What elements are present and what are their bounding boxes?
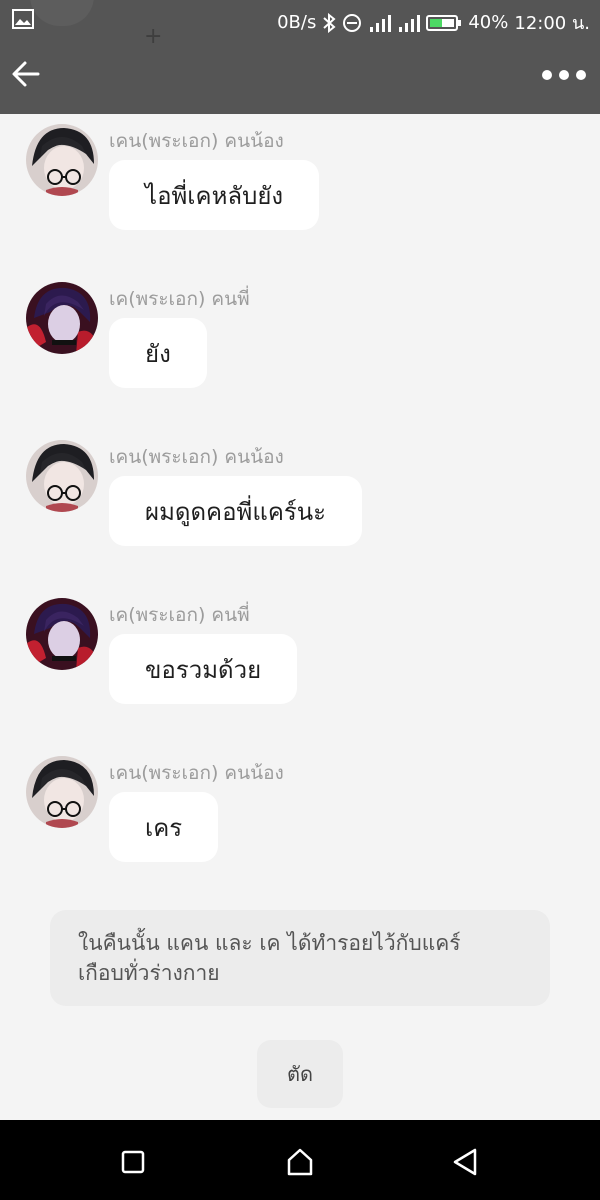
plus-icon: + — [144, 24, 163, 49]
message-bubble[interactable]: ยัง — [109, 318, 207, 388]
dot — [576, 70, 586, 80]
narration-line: เกือบทั่วร่างกาย — [78, 961, 220, 985]
arrow-left-icon[interactable] — [8, 56, 44, 92]
back-triangle-icon[interactable] — [448, 1144, 484, 1180]
purple-hair-boy-avatar[interactable] — [26, 282, 98, 354]
sender-name: เคน(พระเอก) คนน้อง — [109, 762, 284, 784]
sender-name: เค(พระเอก) คนพี่ — [109, 288, 250, 310]
bluetooth-icon — [323, 12, 336, 33]
floating-avatar-shadow — [30, 0, 94, 26]
status-bar: + 0B/s 40% 12:00 น. — [0, 0, 600, 49]
glasses-boy-avatar[interactable] — [26, 756, 98, 828]
navigation-bar — [0, 1120, 600, 1200]
cut-button[interactable]: ตัด — [257, 1040, 343, 1108]
glasses-boy-avatar[interactable] — [26, 124, 98, 196]
signal-icon — [370, 14, 392, 32]
network-speed: 0B/s — [277, 12, 317, 33]
sender-name: เคน(พระเอก) คนน้อง — [109, 130, 284, 152]
message-bubble[interactable]: ไอพี่เคหลับยัง — [109, 160, 320, 230]
chat-area[interactable]: เคน(พระเอก) คนน้อง ไอพี่เคหลับยัง เค(พระ… — [0, 114, 600, 1120]
glasses-boy-avatar[interactable] — [26, 440, 98, 512]
message-bubble[interactable]: ผมดูดคอพี่แคร์นะ — [109, 476, 363, 546]
recent-apps-icon[interactable] — [115, 1144, 151, 1180]
narration-line: ในคืนนั้น แคน และ เค ได้ทำรอยไว้กับแคร์ — [78, 931, 461, 955]
home-icon[interactable] — [282, 1144, 318, 1180]
purple-hair-boy-avatar[interactable] — [26, 598, 98, 670]
dot — [542, 70, 552, 80]
battery-icon — [426, 14, 462, 31]
sender-name: เค(พระเอก) คนพี่ — [109, 604, 250, 626]
clock: 12:00 น. — [514, 13, 590, 34]
message-bubble[interactable]: เคร — [109, 792, 219, 862]
sender-name: เคน(พระเอก) คนน้อง — [109, 446, 284, 468]
dot — [559, 70, 569, 80]
top-bar: + 0B/s 40% 12:00 น. — [0, 0, 600, 114]
battery-percent: 40% — [468, 12, 509, 33]
more-dots-icon[interactable] — [542, 60, 586, 90]
message-bubble[interactable]: ขอรวมด้วย — [109, 634, 298, 704]
gallery-icon — [12, 9, 34, 29]
do-not-disturb-icon — [343, 13, 362, 32]
narration-box: ในคืนนั้น แคน และ เค ได้ทำรอยไว้กับแคร์ … — [50, 910, 550, 1006]
signal-icon — [399, 14, 421, 32]
